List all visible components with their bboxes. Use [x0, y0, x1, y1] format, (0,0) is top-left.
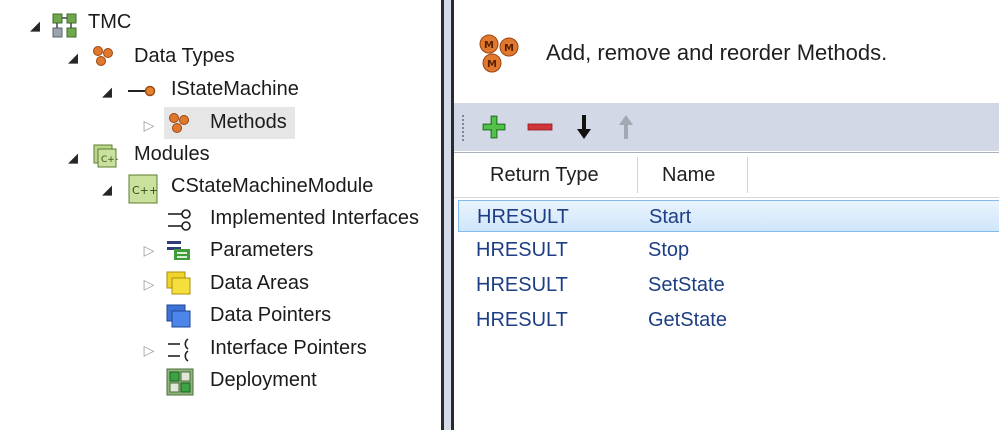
implemented-interface-icon [168, 209, 191, 231]
svg-text:C++: C++ [101, 155, 118, 165]
return-type-cell[interactable]: HRESULT [477, 201, 569, 233]
collapse-arrow-icon[interactable]: ◢ [67, 151, 79, 164]
tree-module-label[interactable]: CStateMachineModule [171, 175, 373, 198]
tree-child-label[interactable]: Implemented Interfaces [210, 207, 419, 230]
methods-editor: M M M Add, remove and reorder Methods. R… [454, 0, 999, 431]
column-header-return-type[interactable]: Return Type [490, 153, 599, 197]
arrow-down-icon [577, 115, 591, 139]
svg-text:M: M [484, 40, 494, 51]
methods-header-icon: M M M [479, 34, 519, 73]
expand-arrow-icon[interactable]: ▷ [143, 118, 155, 132]
interface-icon [128, 85, 156, 97]
collapse-arrow-icon[interactable]: ◢ [101, 85, 113, 98]
collapse-arrow-icon[interactable]: ◢ [67, 51, 79, 64]
solution-tree[interactable]: ◢ TMC ◢ Data Types ◢ IStateMachine ▷ Met… [0, 0, 441, 430]
collapse-arrow-icon[interactable]: ◢ [29, 19, 41, 32]
expand-arrow-icon[interactable]: ▷ [143, 277, 155, 291]
tree-child-label[interactable]: Interface Pointers [210, 337, 367, 360]
column-separator[interactable] [747, 157, 748, 193]
data-types-icon [93, 46, 113, 66]
methods-grid: Return Type Name HRESULT Start HRESULT S… [454, 152, 999, 431]
parameters-icon [167, 241, 190, 260]
collapse-arrow-icon[interactable]: ◢ [101, 183, 113, 196]
pane-splitter[interactable] [444, 0, 451, 430]
svg-text:M: M [487, 59, 497, 70]
remove-icon [527, 123, 553, 131]
methods-toolbar [454, 103, 999, 151]
expand-arrow-icon[interactable]: ▷ [143, 243, 155, 257]
module-icon: C++ [128, 174, 158, 204]
grid-header: Return Type Name [454, 153, 999, 198]
table-row[interactable]: HRESULT SetState [458, 269, 999, 301]
deployment-icon [166, 368, 194, 396]
svg-text:C++: C++ [132, 184, 158, 197]
table-row[interactable]: HRESULT GetState [458, 304, 999, 336]
column-header-name[interactable]: Name [662, 153, 715, 197]
modules-icon: C++ [93, 144, 118, 168]
tree-child-label[interactable]: Data Areas [210, 272, 309, 295]
tree-root-label[interactable]: TMC [88, 11, 131, 34]
method-name-cell[interactable]: SetState [648, 269, 725, 301]
add-method-button[interactable] [480, 113, 508, 141]
data-areas-icon [166, 271, 191, 295]
toolbar-grip[interactable] [462, 115, 464, 141]
tmc-icon [52, 13, 77, 38]
remove-method-button[interactable] [526, 113, 554, 141]
tree-child-label[interactable]: Parameters [210, 239, 313, 262]
arrow-up-icon [619, 115, 633, 139]
tree-child-label[interactable]: Deployment [210, 369, 317, 392]
data-pointers-icon [166, 304, 191, 328]
methods-icon [169, 113, 189, 133]
tree-interface-label[interactable]: IStateMachine [171, 78, 299, 101]
add-icon [482, 115, 506, 139]
method-name-cell[interactable]: Start [649, 201, 691, 233]
editor-header-text: Add, remove and reorder Methods. [546, 40, 888, 65]
method-name-cell[interactable]: Stop [648, 234, 689, 266]
svg-text:M: M [504, 43, 514, 54]
return-type-cell[interactable]: HRESULT [476, 234, 568, 266]
return-type-cell[interactable]: HRESULT [476, 269, 568, 301]
move-down-button[interactable] [570, 113, 598, 141]
table-row[interactable]: HRESULT Stop [458, 234, 999, 266]
column-separator[interactable] [637, 157, 638, 193]
method-name-cell[interactable]: GetState [648, 304, 727, 336]
tree-methods-label[interactable]: Methods [210, 111, 287, 134]
move-up-button[interactable] [612, 113, 640, 141]
table-row[interactable]: HRESULT Start [458, 200, 999, 232]
interface-pointers-icon [168, 338, 189, 362]
return-type-cell[interactable]: HRESULT [476, 304, 568, 336]
tree-data-types-label[interactable]: Data Types [134, 45, 235, 68]
tree-modules-label[interactable]: Modules [134, 143, 210, 166]
expand-arrow-icon[interactable]: ▷ [143, 343, 155, 357]
tree-child-label[interactable]: Data Pointers [210, 304, 331, 327]
